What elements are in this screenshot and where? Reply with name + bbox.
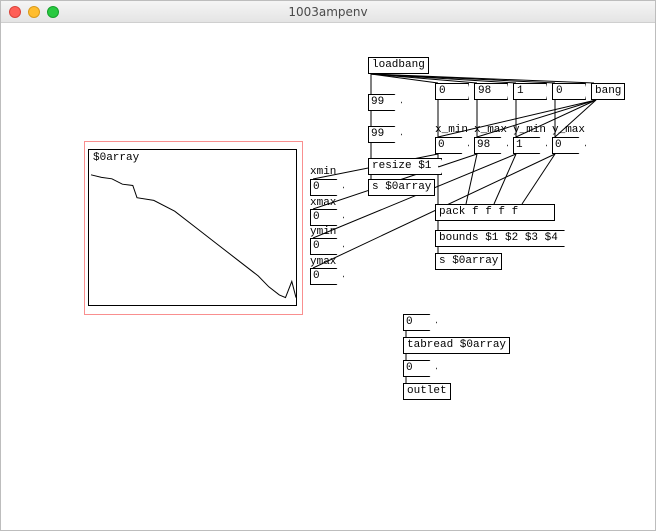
- object-send-array-1[interactable]: s $0array: [368, 179, 435, 196]
- bang-button[interactable]: bang: [591, 83, 625, 100]
- gop-frame: $0array: [84, 141, 303, 315]
- label-ymin: ymin: [310, 225, 336, 239]
- close-icon[interactable]: [9, 6, 21, 18]
- number-tabread-in[interactable]: 0: [403, 314, 437, 331]
- number-ymin-display[interactable]: 0: [310, 238, 344, 255]
- number-size-in[interactable]: 99: [368, 94, 402, 111]
- label-xmax: xmax: [310, 196, 336, 210]
- object-loadbang[interactable]: loadbang: [368, 57, 429, 74]
- object-outlet[interactable]: outlet: [403, 383, 451, 400]
- app-window: 1003ampenv: [0, 0, 656, 531]
- number-ymax-display[interactable]: 0: [310, 268, 344, 285]
- number-ymax[interactable]: 0: [552, 137, 586, 154]
- maximize-icon[interactable]: [47, 6, 59, 18]
- object-tabread[interactable]: tabread $0array: [403, 337, 510, 354]
- label-xmin: xmin: [310, 165, 336, 179]
- msg-resize[interactable]: resize $1: [368, 158, 442, 175]
- window-controls: [9, 6, 59, 18]
- object-pack[interactable]: pack f f f f: [435, 204, 555, 221]
- msg-bounds[interactable]: bounds $1 $2 $3 $4: [435, 230, 565, 247]
- number-tabread-out[interactable]: 0: [403, 360, 437, 377]
- label-x-min: x_min: [435, 123, 468, 137]
- titlebar[interactable]: 1003ampenv: [1, 1, 655, 23]
- number-xmin[interactable]: 0: [435, 137, 469, 154]
- window-title: 1003ampenv: [1, 5, 655, 19]
- msg-xmax-init[interactable]: 98: [474, 83, 508, 100]
- object-send-array-2[interactable]: s $0array: [435, 253, 502, 270]
- msg-ymax-init[interactable]: 0: [552, 83, 586, 100]
- array-plot: [89, 150, 298, 307]
- number-size-out[interactable]: 99: [368, 126, 402, 143]
- number-xmax-display[interactable]: 0: [310, 209, 344, 226]
- label-ymax: ymax: [310, 255, 336, 269]
- label-y-max: y_max: [552, 123, 585, 137]
- label-x-max: x_max: [474, 123, 507, 137]
- msg-ymin-init[interactable]: 1: [513, 83, 547, 100]
- array-graph[interactable]: $0array: [88, 149, 297, 306]
- number-xmin-display[interactable]: 0: [310, 179, 344, 196]
- number-ymin[interactable]: 1: [513, 137, 547, 154]
- patch-canvas[interactable]: loadbang 0 98 1 0 bang 99 99 resize $1 s…: [1, 23, 655, 530]
- number-xmax[interactable]: 98: [474, 137, 508, 154]
- array-name-label: $0array: [93, 151, 139, 165]
- msg-xmin-init[interactable]: 0: [435, 83, 469, 100]
- label-y-min: y_min: [513, 123, 546, 137]
- minimize-icon[interactable]: [28, 6, 40, 18]
